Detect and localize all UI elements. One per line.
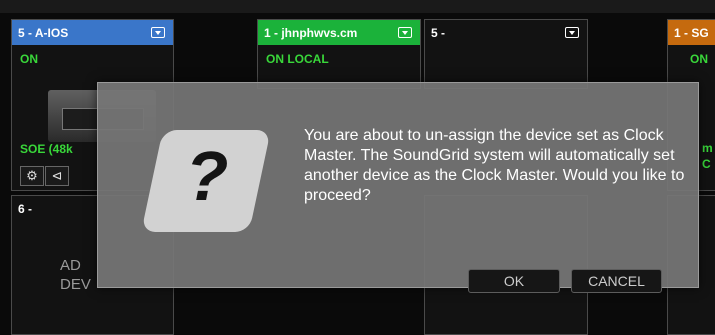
slot-status: ON — [690, 52, 708, 66]
slot-header: 1 - jhnphwvs.cm — [258, 20, 420, 45]
slot-status: ON — [20, 52, 38, 66]
slot-title: 5 - A-IOS — [18, 26, 69, 40]
dropdown-menu-icon[interactable] — [565, 27, 579, 38]
dialog-message: You are about to un-assign the device se… — [304, 127, 685, 204]
gear-icon[interactable]: ⚙ — [20, 166, 44, 186]
dropdown-menu-icon[interactable] — [151, 27, 165, 38]
slot-header: 5 - A-IOS — [12, 20, 173, 45]
slot-title: 1 - SG — [674, 26, 709, 40]
slot-title: 6 - — [18, 202, 33, 216]
ok-button[interactable]: OK — [468, 269, 560, 293]
slot-title: 5 - — [431, 26, 446, 40]
confirm-dialog: ? You are about to un-assign the device … — [97, 82, 699, 293]
device-slot-5-empty[interactable]: 5 - — [424, 19, 588, 89]
top-header-strip — [0, 0, 715, 13]
share-icon[interactable]: ⊲ — [45, 166, 69, 186]
slot-status: ON LOCAL — [266, 52, 329, 66]
device-slot-jhnphwvs[interactable]: 1 - jhnphwvs.cm ON LOCAL — [257, 19, 421, 89]
dropdown-menu-icon[interactable] — [398, 27, 412, 38]
add-device-label[interactable]: AD DEV — [60, 256, 91, 294]
slot-title: 1 - jhnphwvs.cm — [264, 26, 358, 40]
question-icon: ? — [141, 130, 271, 232]
slot-header: 5 - — [425, 20, 587, 45]
cancel-button[interactable]: CANCEL — [571, 269, 662, 293]
slot-sample-rate: SOE (48k — [20, 142, 73, 156]
slot-edge-text: m C — [702, 141, 713, 171]
question-glyph: ? — [185, 137, 229, 215]
slot-header: 1 - SG — [668, 20, 715, 45]
